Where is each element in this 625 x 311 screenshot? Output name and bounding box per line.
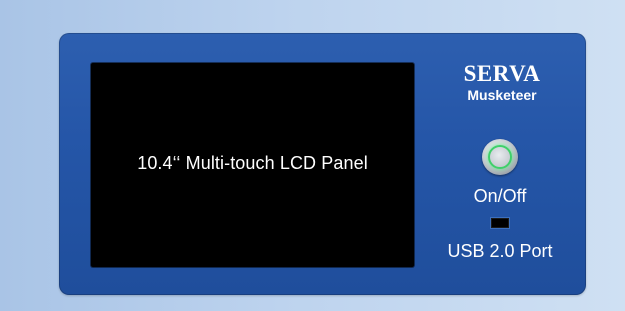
power-button[interactable] (482, 139, 518, 175)
power-label: On/Off (473, 186, 527, 206)
lcd-screen[interactable]: 10.4‘‘ Multi-touch LCD Panel (91, 63, 414, 267)
brand-model: Musketeer (467, 87, 537, 103)
usb-label: USB 2.0 Port (447, 241, 553, 261)
product-photo: 10.4‘‘ Multi-touch LCD Panel SERVA Muske… (0, 0, 625, 311)
power-button-icon (488, 145, 512, 169)
brand-logo: SERVA Musketeer (439, 61, 565, 104)
brand-name: SERVA (463, 61, 541, 86)
usb-port-icon[interactable] (491, 218, 509, 228)
screen-label: 10.4‘‘ Multi-touch LCD Panel (137, 153, 368, 173)
